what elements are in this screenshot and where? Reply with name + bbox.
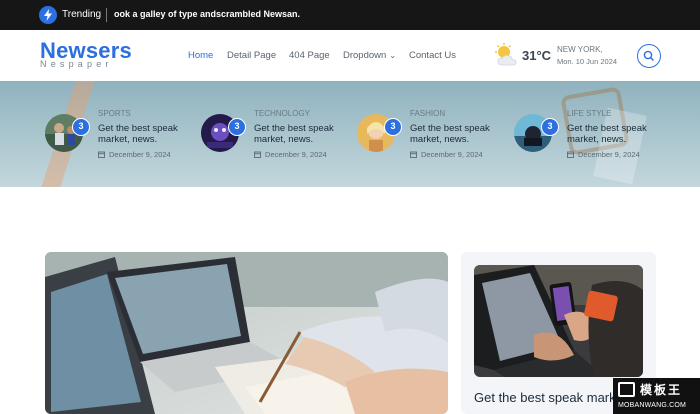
article-date-text: December 9, 2024	[109, 150, 171, 159]
side-article-image[interactable]	[474, 265, 643, 377]
calendar-icon	[254, 151, 261, 158]
nav-dropdown[interactable]: Dropdown ⌄	[343, 50, 396, 61]
featured-item-technology[interactable]: 3 TECHNOLOGY Get the best speak market, …	[201, 81, 351, 187]
partly-cloudy-icon	[494, 43, 520, 72]
calendar-icon	[98, 151, 105, 158]
watermark-text: 模板王	[640, 383, 683, 397]
featured-item-life-style[interactable]: 3 LIFE STYLE Get the best speak market, …	[514, 81, 664, 187]
category-label[interactable]: TECHNOLOGY	[254, 109, 310, 118]
temperature: 31°C	[522, 48, 552, 63]
featured-strip: 3 SPORTS Get the best speak market, news…	[0, 81, 700, 187]
article-title[interactable]: Get the best speak market, news.	[410, 123, 520, 145]
nav-dropdown-label: Dropdown	[343, 50, 387, 61]
category-label[interactable]: LIFE STYLE	[567, 109, 611, 118]
trending-headline[interactable]: ook a galley of type andscrambled Newsan…	[114, 9, 300, 19]
calendar-icon	[410, 151, 417, 158]
watermark-url: MOBANWANG.COM	[618, 402, 687, 409]
watermark: 模板王 MOBANWANG.COM	[613, 378, 700, 414]
hero-image[interactable]	[45, 252, 448, 414]
trending-label: Trending	[62, 9, 102, 20]
search-icon	[643, 50, 655, 62]
featured-item-fashion[interactable]: 3 FASHION Get the best speak market, new…	[357, 81, 507, 187]
top-bar: Trending ook a galley of type andscrambl…	[0, 0, 700, 30]
article-date-text: December 9, 2024	[265, 150, 327, 159]
search-button[interactable]	[637, 44, 661, 68]
nav-404-page[interactable]: 404 Page	[289, 50, 330, 61]
calendar-icon	[567, 151, 574, 158]
comment-count-badge: 3	[541, 118, 559, 136]
weather-city: NEW YORK,	[557, 45, 603, 54]
article-date: December 9, 2024	[410, 150, 483, 159]
nav-detail-page[interactable]: Detail Page	[227, 50, 276, 61]
weather-date: Mon. 10 Jun 2024	[557, 57, 618, 66]
divider	[106, 8, 107, 22]
header: Newsers Nespaper Home Detail Page 404 Pa…	[0, 30, 700, 81]
article-date: December 9, 2024	[567, 150, 640, 159]
lightning-icon	[39, 6, 57, 24]
chevron-down-icon: ⌄	[389, 51, 397, 60]
article-title[interactable]: Get the best speak market, news.	[567, 123, 677, 145]
article-date: December 9, 2024	[98, 150, 171, 159]
featured-item-sports[interactable]: 3 SPORTS Get the best speak market, news…	[45, 81, 195, 187]
comment-count-badge: 3	[72, 118, 90, 136]
comment-count-badge: 3	[228, 118, 246, 136]
article-date-text: December 9, 2024	[421, 150, 483, 159]
nav-contact-us[interactable]: Contact Us	[409, 50, 456, 61]
logo-tagline: Nespaper	[40, 59, 113, 69]
category-label[interactable]: FASHION	[410, 109, 445, 118]
comment-count-badge: 3	[384, 118, 402, 136]
category-label[interactable]: SPORTS	[98, 109, 131, 118]
watermark-logo-icon	[618, 382, 635, 397]
nav-home[interactable]: Home	[188, 50, 213, 61]
article-date-text: December 9, 2024	[578, 150, 640, 159]
article-title[interactable]: Get the best speak market, news.	[98, 123, 208, 145]
article-date: December 9, 2024	[254, 150, 327, 159]
article-title[interactable]: Get the best speak market, news.	[254, 123, 364, 145]
